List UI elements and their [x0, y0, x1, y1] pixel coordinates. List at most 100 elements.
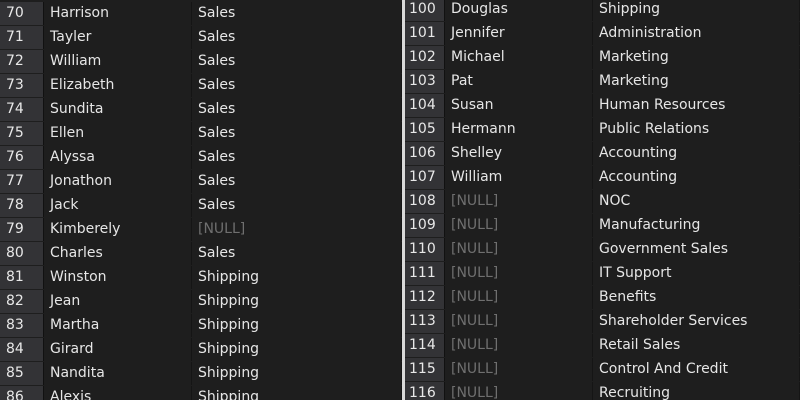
- row-number[interactable]: 76: [0, 146, 44, 169]
- name-cell[interactable]: Nandita: [44, 362, 192, 385]
- department-cell[interactable]: Benefits: [593, 286, 800, 309]
- department-cell[interactable]: Sales: [192, 170, 402, 193]
- name-cell[interactable]: Shelley: [445, 142, 593, 165]
- row-number[interactable]: 75: [0, 122, 44, 145]
- department-cell[interactable]: Shipping: [192, 314, 402, 337]
- name-cell[interactable]: [NULL]: [445, 262, 593, 285]
- name-cell[interactable]: Kimberely: [44, 218, 192, 241]
- department-cell[interactable]: Sales: [192, 242, 402, 265]
- row-number[interactable]: 110: [405, 238, 445, 261]
- department-cell[interactable]: Government Sales: [593, 238, 800, 261]
- name-cell[interactable]: Harrison: [44, 2, 192, 25]
- name-cell[interactable]: Elizabeth: [44, 74, 192, 97]
- department-cell[interactable]: Shipping: [192, 266, 402, 289]
- department-cell[interactable]: Sales: [192, 146, 402, 169]
- department-cell[interactable]: Sales: [192, 74, 402, 97]
- department-cell[interactable]: Public Relations: [593, 118, 800, 141]
- name-cell[interactable]: Michael: [445, 46, 593, 69]
- name-cell[interactable]: Martha: [44, 314, 192, 337]
- row-number[interactable]: 104: [405, 94, 445, 117]
- name-cell[interactable]: [NULL]: [445, 310, 593, 333]
- name-cell[interactable]: [NULL]: [445, 358, 593, 381]
- row-number[interactable]: 113: [405, 310, 445, 333]
- right-result-grid[interactable]: 100 Douglas Shipping 101 Jennifer Administrat…: [405, 0, 800, 400]
- name-cell[interactable]: [NULL]: [445, 238, 593, 261]
- department-cell[interactable]: [NULL]: [192, 218, 402, 241]
- row-number[interactable]: 72: [0, 50, 44, 73]
- row-number[interactable]: 71: [0, 26, 44, 49]
- row-number[interactable]: 81: [0, 266, 44, 289]
- department-cell[interactable]: Sales: [192, 122, 402, 145]
- row-number[interactable]: 84: [0, 338, 44, 361]
- name-cell[interactable]: [NULL]: [445, 286, 593, 309]
- department-cell[interactable]: Sales: [192, 50, 402, 73]
- row-number[interactable]: 80: [0, 242, 44, 265]
- department-cell[interactable]: Human Resources: [593, 94, 800, 117]
- department-cell[interactable]: Shipping: [192, 290, 402, 313]
- name-cell[interactable]: [NULL]: [445, 190, 593, 213]
- department-cell[interactable]: Control And Credit: [593, 358, 800, 381]
- name-cell[interactable]: Jack: [44, 194, 192, 217]
- row-number[interactable]: 112: [405, 286, 445, 309]
- row-number[interactable]: 74: [0, 98, 44, 121]
- name-cell[interactable]: Ellen: [44, 122, 192, 145]
- department-cell[interactable]: Shareholder Services: [593, 310, 800, 333]
- department-cell[interactable]: Shipping: [192, 362, 402, 385]
- name-cell[interactable]: Jean: [44, 290, 192, 313]
- row-number[interactable]: 100: [405, 0, 445, 21]
- department-cell[interactable]: NOC: [593, 190, 800, 213]
- row-number[interactable]: 83: [0, 314, 44, 337]
- row-number[interactable]: 111: [405, 262, 445, 285]
- row-number[interactable]: 82: [0, 290, 44, 313]
- row-number[interactable]: 85: [0, 362, 44, 385]
- department-cell[interactable]: Shipping: [192, 338, 402, 361]
- row-number[interactable]: 115: [405, 358, 445, 381]
- name-cell[interactable]: Winston: [44, 266, 192, 289]
- name-cell[interactable]: Tayler: [44, 26, 192, 49]
- name-cell[interactable]: Jonathon: [44, 170, 192, 193]
- name-cell[interactable]: Douglas: [445, 0, 593, 21]
- row-number[interactable]: 101: [405, 22, 445, 45]
- name-cell[interactable]: Girard: [44, 338, 192, 361]
- name-cell[interactable]: Alexis: [44, 386, 192, 400]
- row-number[interactable]: 70: [0, 2, 44, 25]
- name-cell[interactable]: Hermann: [445, 118, 593, 141]
- department-cell[interactable]: Administration: [593, 22, 800, 45]
- department-cell[interactable]: Manufacturing: [593, 214, 800, 237]
- row-number[interactable]: 107: [405, 166, 445, 189]
- name-cell[interactable]: Alyssa: [44, 146, 192, 169]
- department-cell[interactable]: Shipping: [593, 0, 800, 21]
- row-number[interactable]: 102: [405, 46, 445, 69]
- department-cell[interactable]: IT Support: [593, 262, 800, 285]
- department-cell[interactable]: Sales: [192, 194, 402, 217]
- row-number[interactable]: 105: [405, 118, 445, 141]
- department-cell[interactable]: Sales: [192, 98, 402, 121]
- department-cell[interactable]: Accounting: [593, 166, 800, 189]
- row-number[interactable]: 78: [0, 194, 44, 217]
- row-number[interactable]: 109: [405, 214, 445, 237]
- row-number[interactable]: 79: [0, 218, 44, 241]
- department-cell[interactable]: Sales: [192, 26, 402, 49]
- department-cell[interactable]: Shipping: [192, 386, 402, 400]
- name-cell[interactable]: [NULL]: [445, 214, 593, 237]
- row-number[interactable]: 106: [405, 142, 445, 165]
- name-cell[interactable]: William: [445, 166, 593, 189]
- department-cell[interactable]: Recruiting: [593, 382, 800, 400]
- department-cell[interactable]: Sales: [192, 2, 402, 25]
- department-cell[interactable]: Retail Sales: [593, 334, 800, 357]
- department-cell[interactable]: Marketing: [593, 70, 800, 93]
- row-number[interactable]: 116: [405, 382, 445, 400]
- department-cell[interactable]: Accounting: [593, 142, 800, 165]
- row-number[interactable]: 103: [405, 70, 445, 93]
- row-number[interactable]: 108: [405, 190, 445, 213]
- name-cell[interactable]: William: [44, 50, 192, 73]
- row-number[interactable]: 86: [0, 386, 44, 400]
- name-cell[interactable]: Susan: [445, 94, 593, 117]
- name-cell[interactable]: [NULL]: [445, 334, 593, 357]
- name-cell[interactable]: Charles: [44, 242, 192, 265]
- name-cell[interactable]: Pat: [445, 70, 593, 93]
- left-result-grid[interactable]: 70 Harrison Sales 71 Tayler Sales 72 William Sal…: [0, 0, 402, 400]
- row-number[interactable]: 114: [405, 334, 445, 357]
- name-cell[interactable]: Sundita: [44, 98, 192, 121]
- row-number[interactable]: 73: [0, 74, 44, 97]
